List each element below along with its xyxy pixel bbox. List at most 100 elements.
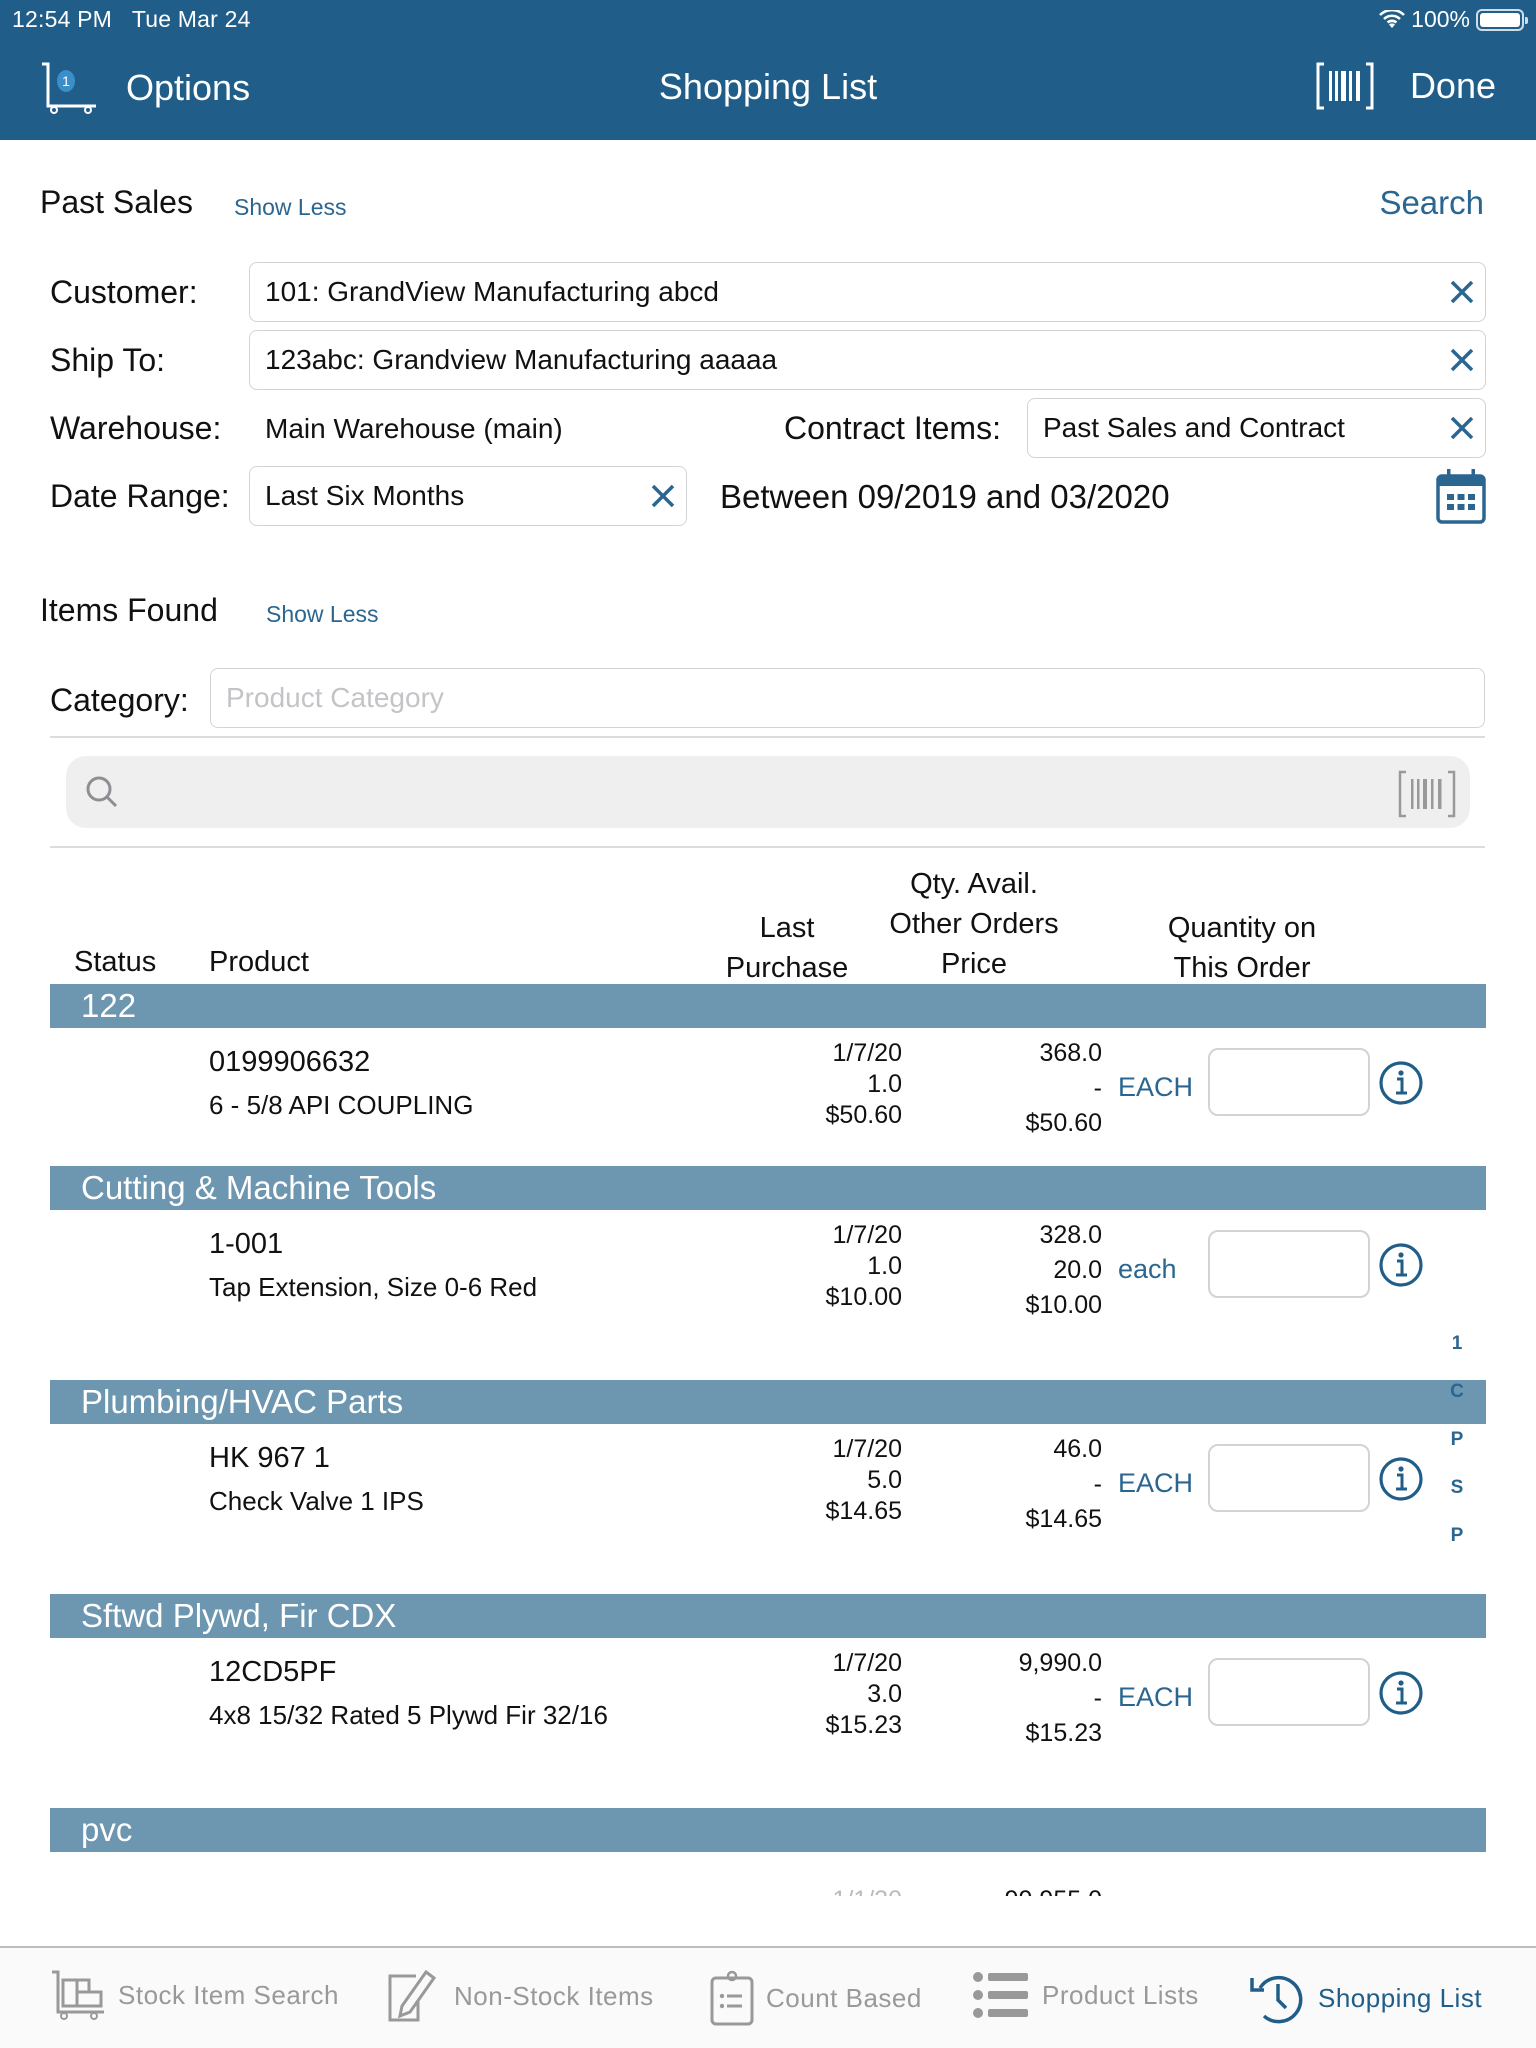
search-button[interactable]: Search (1379, 184, 1484, 222)
past-sales-show-less[interactable]: Show Less (234, 194, 347, 221)
header-qty-avail-line: Qty. Avail. (910, 868, 1038, 900)
section-index-letter[interactable]: P (1447, 1429, 1467, 1451)
item-search-input[interactable] (66, 756, 1470, 828)
quantity-input[interactable] (1208, 1444, 1370, 1512)
header-qty-avail: Qty. Avail. Other Orders Price (874, 864, 1074, 984)
header-this-order: This Order (1173, 952, 1311, 984)
availability: 46.0 - $14.65 (1026, 1432, 1102, 1537)
unit-of-measure[interactable]: EACH (1118, 1468, 1193, 1499)
customer-field[interactable]: 101: GrandView Manufacturing abcd (249, 262, 1486, 322)
clear-ship-to-icon[interactable] (1447, 345, 1477, 375)
table-row: 0199906632 6 - 5/8 API COUPLING 1/7/20 1.0 $… (0, 1036, 1536, 1166)
section-index-letter[interactable]: P (1447, 1525, 1467, 1547)
clear-date-range-icon[interactable] (648, 481, 678, 511)
divider (50, 846, 1485, 848)
edit-icon (388, 1970, 437, 2022)
wifi-icon (1379, 9, 1406, 28)
qty-available: 46.0 (1053, 1435, 1102, 1463)
info-icon[interactable] (1378, 1242, 1424, 1288)
unit-of-measure[interactable]: EACH (1118, 1682, 1193, 1713)
warehouse-label: Warehouse: (50, 410, 222, 446)
quantity-input[interactable] (1208, 1048, 1370, 1116)
other-orders: - (1093, 1684, 1102, 1712)
calendar-icon[interactable] (1436, 468, 1486, 524)
ship-to-field[interactable]: 123abc: Grandview Manufacturing aaaaa (249, 330, 1486, 390)
last-purchase-price: $14.65 (825, 1497, 902, 1525)
category-field[interactable]: Product Category (210, 668, 1485, 728)
tab-count-based[interactable]: Count Based (710, 1970, 922, 2026)
section-index-letter[interactable]: S (1447, 1477, 1467, 1499)
group-header: Plumbing/HVAC Parts (50, 1380, 1486, 1424)
product-code[interactable]: HK 967 1 (209, 1442, 330, 1475)
tab-label: Product Lists (1042, 1979, 1199, 2010)
status-indicators: 100% (1379, 6, 1528, 33)
availability: 368.0 - $50.60 (1026, 1036, 1102, 1141)
product-description: 6 - 5/8 API COUPLING (209, 1090, 474, 1120)
tab-label: Non-Stock Items (454, 1980, 654, 2011)
price: $15.23 (1025, 1719, 1102, 1747)
category-label: Category: (50, 682, 189, 718)
cart-badge: 1 (57, 70, 75, 92)
ship-to-label: Ship To: (50, 342, 166, 378)
clear-customer-icon[interactable] (1447, 277, 1477, 307)
last-purchase-price: $10.00 (825, 1283, 902, 1311)
battery-icon (1476, 8, 1528, 31)
cart-button[interactable]: 1 (40, 62, 98, 114)
divider (50, 736, 1485, 738)
tab-product-lists[interactable]: Product Lists (972, 1970, 1199, 2020)
last-purchase: 1/7/20 1.0 $50.60 (826, 1038, 902, 1131)
info-icon[interactable] (1378, 1060, 1424, 1106)
last-purchase-date: 1/7/20 (832, 1649, 902, 1677)
last-purchase-date: 1/7/20 (832, 1435, 902, 1463)
barcode-scan-icon[interactable] (1316, 62, 1374, 110)
product-code[interactable]: 1-001 (209, 1228, 283, 1261)
header-quantity-on: Quantity on (1167, 912, 1317, 944)
unit-of-measure[interactable]: EACH (1118, 1072, 1193, 1103)
last-purchase-date: 1/7/20 (832, 1221, 902, 1249)
barcode-scan-icon[interactable] (1398, 770, 1456, 818)
tab-stock-item-search[interactable]: Stock Item Search (50, 1970, 339, 2020)
unit-of-measure[interactable]: each (1118, 1254, 1177, 1285)
date-range-field[interactable]: Last Six Months (249, 466, 687, 526)
header-other-orders: Other Orders (889, 908, 1059, 940)
section-index-letter[interactable]: C (1447, 1381, 1467, 1403)
price: $50.60 (1025, 1109, 1102, 1137)
last-purchase-date: 1/7/20 (832, 1039, 902, 1067)
battery-percent: 100% (1411, 6, 1470, 32)
options-button[interactable]: Options (126, 67, 250, 109)
product-description: 4x8 15/32 Rated 5 Plywd Fir 32/16 (209, 1700, 608, 1730)
product-description: Tap Extension, Size 0-6 Red (209, 1272, 538, 1302)
category-placeholder: Product Category (226, 682, 444, 713)
table-row: HK 967 1 Check Valve 1 IPS 1/7/20 5.0 $14.65… (0, 1432, 1536, 1562)
date-between-text: Between 09/2019 and 03/2020 (720, 478, 1170, 515)
customer-value: 101: GrandView Manufacturing abcd (265, 276, 719, 307)
contract-items-field[interactable]: Past Sales and Contract (1027, 398, 1486, 458)
partial-qty-avail: 99,955.0 (1005, 1888, 1102, 1896)
group-header: 122 (50, 984, 1486, 1028)
quantity-input[interactable] (1208, 1230, 1370, 1298)
items-found-show-less[interactable]: Show Less (266, 601, 379, 628)
done-button[interactable]: Done (1410, 65, 1496, 107)
other-orders: - (1093, 1470, 1102, 1498)
info-icon[interactable] (1378, 1670, 1424, 1716)
tab-non-stock-items[interactable]: Non-Stock Items (386, 1970, 654, 2022)
last-purchase: 1/7/20 1.0 $10.00 (826, 1220, 902, 1313)
date-range-label: Date Range: (50, 478, 230, 514)
product-code[interactable]: 12CD5PF (209, 1656, 336, 1689)
clear-contract-items-icon[interactable] (1447, 413, 1477, 443)
quantity-input[interactable] (1208, 1658, 1370, 1726)
status-time: 12:54 PM Tue Mar 24 (12, 6, 251, 33)
date-range-value: Last Six Months (265, 480, 465, 511)
tab-shopping-list[interactable]: Shopping List (1250, 1970, 1482, 2026)
clock: 12:54 PM (12, 6, 113, 32)
product-code[interactable]: 0199906632 (209, 1046, 370, 1079)
tab-bar: Stock Item Search Non-Stock Items Count … (0, 1946, 1536, 2048)
group-header: Sftwd Plywd, Fir CDX (50, 1594, 1486, 1638)
header-status: Status (74, 946, 157, 978)
date: Tue Mar 24 (131, 6, 251, 32)
section-index-letter[interactable]: 1 (1447, 1333, 1467, 1355)
tab-label: Shopping List (1318, 1982, 1483, 2013)
info-icon[interactable] (1378, 1456, 1424, 1502)
last-purchase-qty: 3.0 (867, 1680, 902, 1708)
contract-items-value: Past Sales and Contract (1043, 412, 1345, 443)
